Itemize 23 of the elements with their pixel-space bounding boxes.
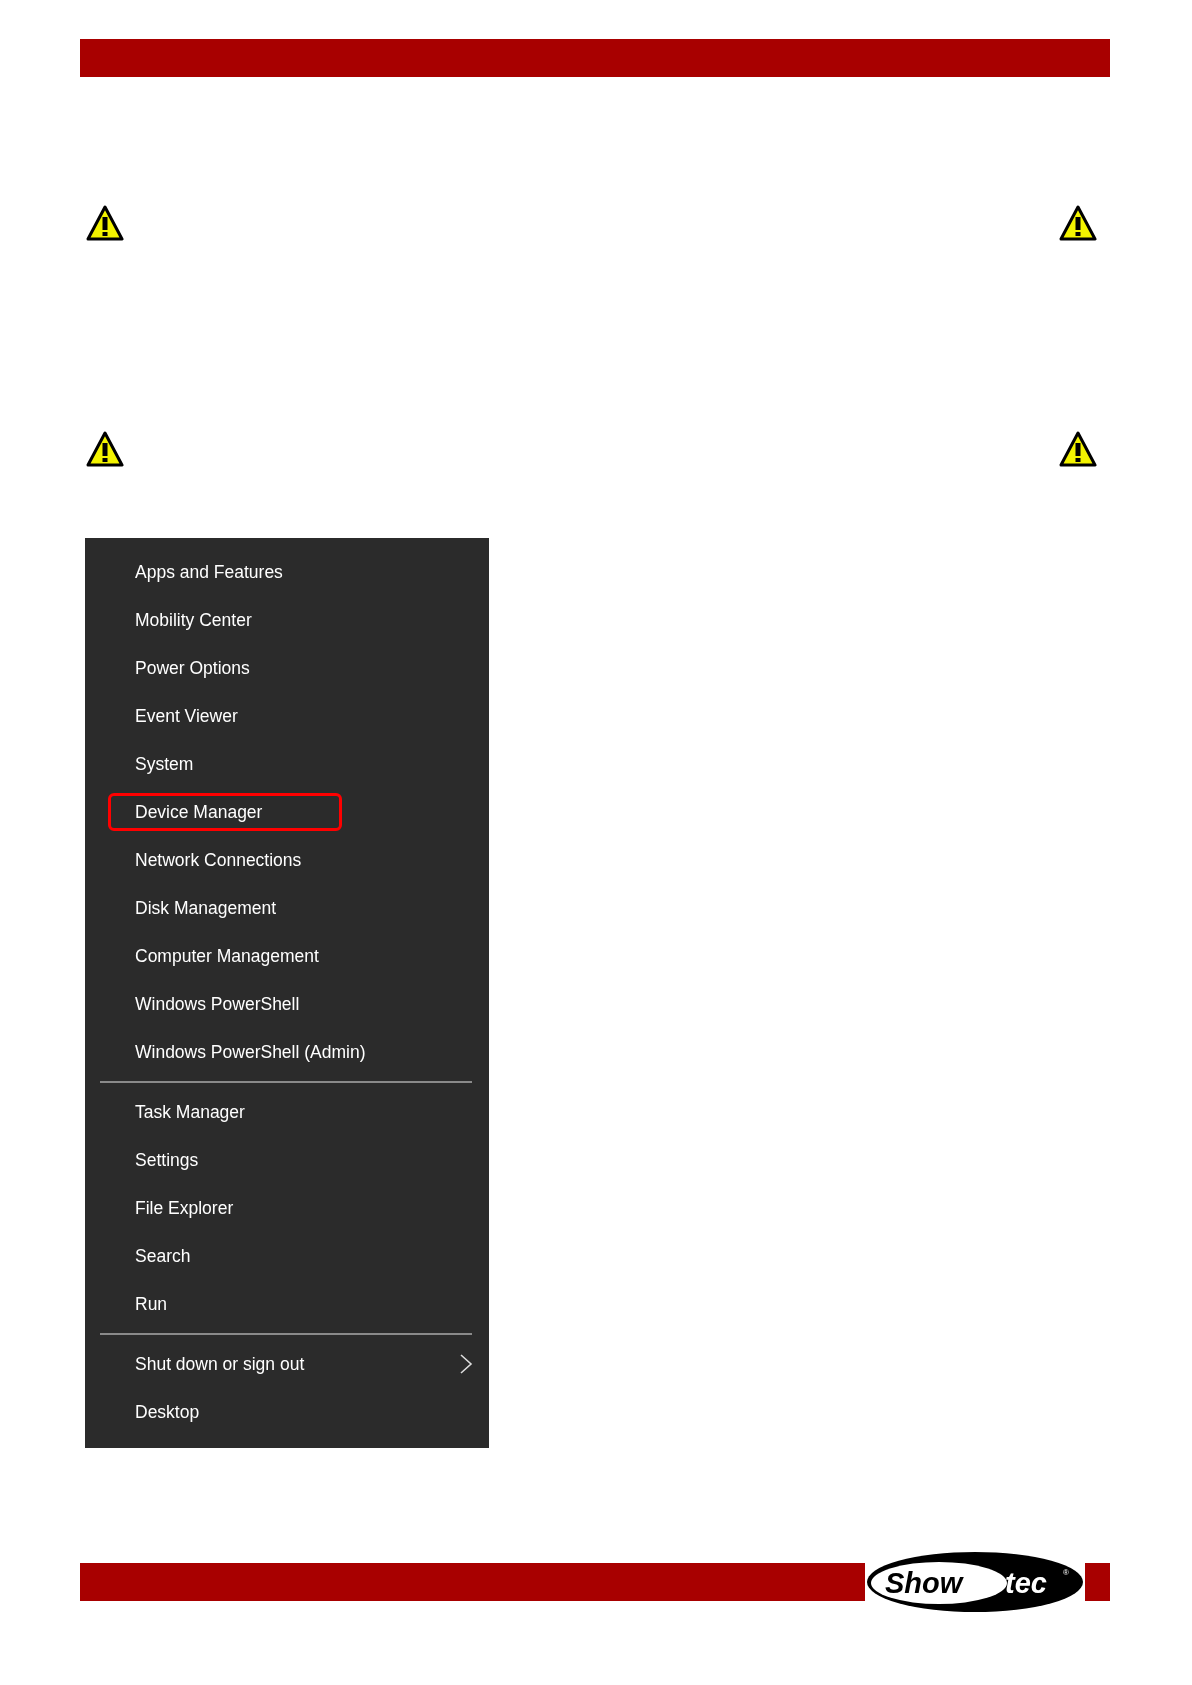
menu-item[interactable]: Desktop bbox=[108, 1392, 342, 1432]
menu-item[interactable]: Disk Management bbox=[108, 888, 342, 928]
menu-item[interactable]: Network Connections bbox=[108, 840, 342, 880]
menu-item[interactable]: Task Manager bbox=[108, 1092, 342, 1132]
menu-item[interactable]: Windows PowerShell (Admin) bbox=[108, 1032, 379, 1072]
footer-bar bbox=[1085, 1563, 1110, 1601]
menu-item[interactable]: Event Viewer bbox=[108, 696, 342, 736]
menu-item[interactable]: Settings bbox=[108, 1140, 342, 1180]
menu-item[interactable]: Shut down or sign out bbox=[108, 1344, 342, 1384]
menu-item[interactable]: Device Manager bbox=[108, 792, 342, 832]
warning-icon bbox=[86, 431, 124, 467]
menu-item[interactable]: System bbox=[108, 744, 342, 784]
menu-item[interactable]: Mobility Center bbox=[108, 600, 342, 640]
menu-item[interactable]: Windows PowerShell bbox=[108, 984, 342, 1024]
menu-item[interactable]: Apps and Features bbox=[108, 552, 342, 592]
menu-item[interactable]: File Explorer bbox=[108, 1188, 342, 1228]
warning-icon bbox=[1059, 205, 1097, 241]
menu-item[interactable]: Power Options bbox=[108, 648, 342, 688]
warning-icon bbox=[86, 205, 124, 241]
menu-item[interactable]: Search bbox=[108, 1236, 342, 1276]
warning-icon bbox=[1059, 431, 1097, 467]
menu-item[interactable]: Run bbox=[108, 1284, 342, 1324]
menu-item[interactable]: Computer Management bbox=[108, 936, 342, 976]
